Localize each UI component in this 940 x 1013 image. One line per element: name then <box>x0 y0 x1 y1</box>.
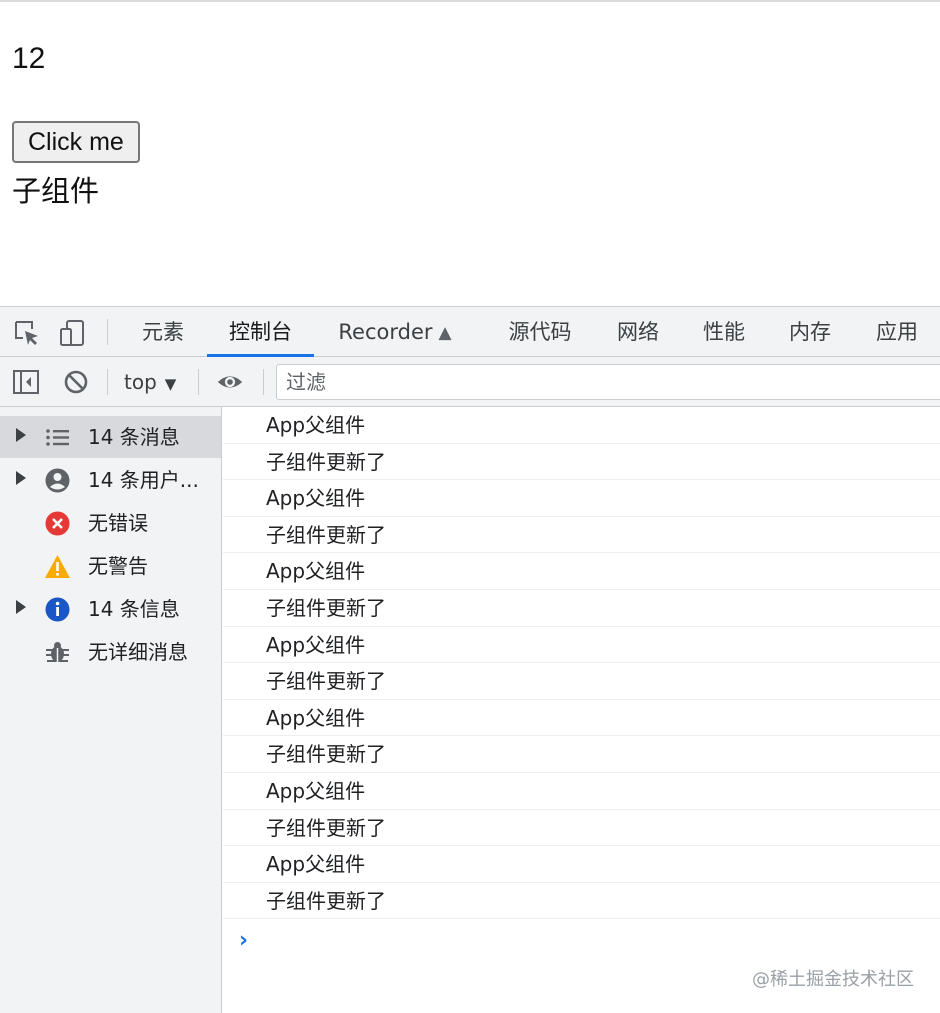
sidebar-item-info[interactable]: 14 条信息 <box>0 588 221 630</box>
live-expression-eye-icon[interactable] <box>216 368 244 396</box>
devtools-tabbar: 元素 控制台 Recorder ▲ 源代码 网络 性能 内存 应用 <box>0 307 940 357</box>
console-log-row[interactable]: 子组件更新了 <box>223 883 940 920</box>
page-content: 12 Click me 子组件 <box>0 0 940 306</box>
console-log-row[interactable]: 子组件更新了 <box>223 663 940 700</box>
tab-network[interactable]: 网络 <box>603 307 673 357</box>
tab-memory[interactable]: 内存 <box>775 307 845 357</box>
console-log-row[interactable]: App父组件 <box>223 846 940 883</box>
sidebar-item-errors[interactable]: 无错误 <box>0 502 221 544</box>
console-log-row[interactable]: App父组件 <box>223 627 940 664</box>
sidebar-item-warnings[interactable]: 无警告 <box>0 545 221 587</box>
sidebar-item-label: 14 条用户... <box>88 468 199 492</box>
console-messages: App父组件 子组件更新了 App父组件 子组件更新了 App父组件 子组件更新… <box>223 407 940 1013</box>
expand-arrow-icon[interactable] <box>16 428 26 442</box>
console-prompt[interactable]: › <box>239 928 248 953</box>
tab-label: Recorder <box>338 320 433 344</box>
device-toolbar-icon[interactable] <box>59 319 87 347</box>
console-log-row[interactable]: App父组件 <box>223 480 940 517</box>
filter-placeholder: 过滤 <box>286 370 326 394</box>
tab-recorder[interactable]: Recorder ▲ <box>325 307 465 357</box>
console-log-row[interactable]: App父组件 <box>223 700 940 737</box>
console-log-row[interactable]: 子组件更新了 <box>223 810 940 847</box>
sidebar-toggle-icon[interactable] <box>12 368 40 396</box>
tab-label: 性能 <box>703 320 745 344</box>
click-me-button[interactable]: Click me <box>12 121 140 163</box>
sidebar-item-user-messages[interactable]: 14 条用户... <box>0 459 221 501</box>
tab-performance[interactable]: 性能 <box>689 307 759 357</box>
warning-icon <box>45 555 70 578</box>
sidebar-item-label: 无详细消息 <box>88 640 188 664</box>
sidebar-item-verbose[interactable]: 无详细消息 <box>0 631 221 673</box>
sidebar-item-label: 14 条信息 <box>88 597 180 621</box>
tab-label: 内存 <box>789 320 831 344</box>
tab-label: 元素 <box>142 320 184 344</box>
console-log-row[interactable]: 子组件更新了 <box>223 736 940 773</box>
context-selector[interactable]: top ▼ <box>124 357 176 407</box>
watermark-text: @稀土掘金技术社区 <box>752 969 914 990</box>
list-icon <box>46 429 69 446</box>
bug-icon <box>46 642 69 662</box>
caret-down-icon: ▼ <box>164 375 177 393</box>
console-log-row[interactable]: App父组件 <box>223 553 940 590</box>
sidebar-item-label: 无错误 <box>88 511 148 535</box>
user-icon <box>45 468 70 493</box>
tab-label: 网络 <box>617 320 659 344</box>
sidebar-item-label: 14 条消息 <box>88 425 180 449</box>
counter-value: 12 <box>12 42 46 75</box>
devtools-panel: 元素 控制台 Recorder ▲ 源代码 网络 性能 内存 应用 top ▼ … <box>0 306 940 1013</box>
tabbar-divider <box>107 319 108 345</box>
child-component-text: 子组件 <box>12 174 100 208</box>
filter-input[interactable]: 过滤 <box>276 364 940 400</box>
console-log-row[interactable]: 子组件更新了 <box>223 517 940 554</box>
console-log-row[interactable]: 子组件更新了 <box>223 590 940 627</box>
expand-arrow-icon[interactable] <box>16 600 26 614</box>
toolbar-divider <box>263 369 264 395</box>
sidebar-item-label: 无警告 <box>88 554 148 578</box>
toolbar-divider <box>107 369 108 395</box>
tab-elements[interactable]: 元素 <box>128 307 198 357</box>
console-log-row[interactable]: App父组件 <box>223 407 940 444</box>
context-value: top <box>124 370 157 394</box>
tab-label: 源代码 <box>508 320 572 344</box>
info-icon <box>45 597 70 622</box>
clear-console-icon[interactable] <box>62 368 90 396</box>
tab-label: 应用 <box>876 320 918 344</box>
error-icon <box>45 511 70 536</box>
inspect-element-icon[interactable] <box>13 319 41 347</box>
console-log-row[interactable]: App父组件 <box>223 773 940 810</box>
expand-arrow-icon[interactable] <box>16 471 26 485</box>
console-sidebar: 14 条消息 14 条用户... 无错误 无警告 14 条信息 无详细消息 <box>0 407 222 1013</box>
tab-sources[interactable]: 源代码 <box>497 307 583 357</box>
tab-console[interactable]: 控制台 <box>207 307 314 357</box>
sidebar-item-messages[interactable]: 14 条消息 <box>0 416 221 458</box>
console-log-row[interactable]: 子组件更新了 <box>223 444 940 481</box>
toolbar-divider <box>198 369 199 395</box>
console-toolbar: top ▼ 过滤 <box>0 357 940 407</box>
tab-label: 控制台 <box>229 320 292 344</box>
flask-icon: ▲ <box>438 323 452 343</box>
tab-application[interactable]: 应用 <box>862 307 932 357</box>
